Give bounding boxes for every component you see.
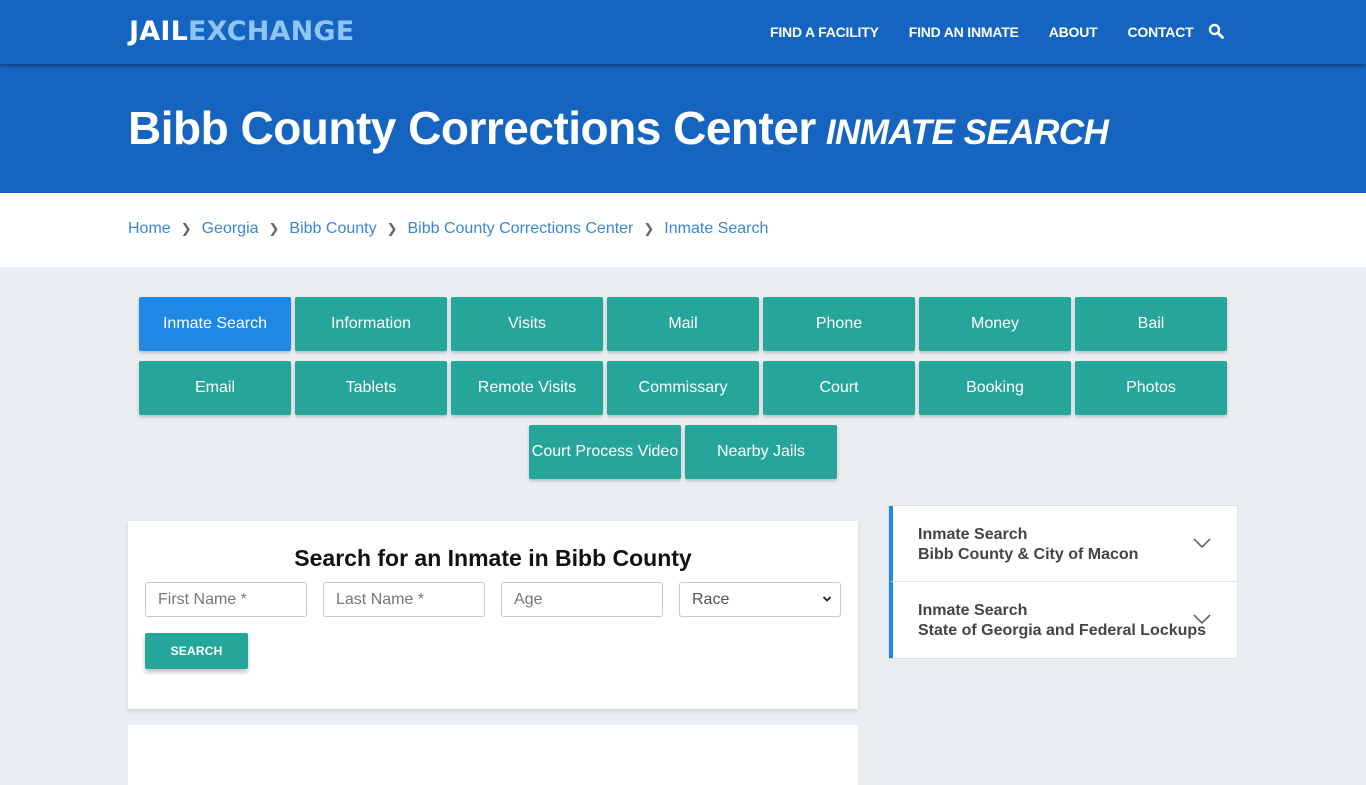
btn-court-process-video[interactable]: Court Process Video	[529, 425, 681, 479]
nav-about[interactable]: ABOUT	[1049, 24, 1098, 40]
btn-commissary[interactable]: Commissary	[607, 361, 759, 415]
accordion-subheading: State of Georgia and Federal Lockups	[918, 622, 1207, 639]
accordion-item-bibb-macon[interactable]: Inmate Search Bibb County & City of Maco…	[889, 506, 1237, 582]
button-row: Court Process Video Nearby Jails	[137, 425, 1229, 479]
age-input[interactable]	[501, 582, 663, 617]
accordion-item-georgia-federal[interactable]: Inmate Search State of Georgia and Feder…	[889, 582, 1237, 658]
btn-mail[interactable]: Mail	[607, 297, 759, 351]
race-select-value: Race	[692, 590, 730, 608]
btn-phone[interactable]: Phone	[763, 297, 915, 351]
accordion-subheading: Bibb County & City of Macon	[918, 546, 1139, 563]
accordion-heading: Inmate Search	[918, 526, 1028, 543]
facility-nav-buttons: Inmate Search Information Visits Mail Ph…	[137, 297, 1229, 489]
top-navbar: JAILEXCHANGE FIND A FACILITY FIND AN INM…	[0, 0, 1366, 64]
chevron-down-icon[interactable]	[1193, 613, 1211, 625]
search-submit-button[interactable]: SEARCH	[145, 633, 248, 669]
logo-jail: JAIL	[129, 16, 188, 47]
btn-visits[interactable]: Visits	[451, 297, 603, 351]
nav-contact[interactable]: CONTACT	[1127, 24, 1193, 40]
hero-banner: Bibb County Corrections Center INMATE SEA…	[0, 64, 1366, 193]
chevron-down-icon[interactable]	[1193, 537, 1211, 549]
content-card	[128, 725, 858, 785]
breadcrumb: Home ❯ Georgia ❯ Bibb County ❯ Bibb Coun…	[128, 220, 768, 238]
page-title: Bibb County Corrections Center INMATE SEA…	[128, 101, 1109, 155]
site-logo[interactable]: JAILEXCHANGE	[129, 15, 354, 49]
breadcrumb-bar: Home ❯ Georgia ❯ Bibb County ❯ Bibb Coun…	[0, 193, 1366, 267]
search-icon[interactable]	[1208, 23, 1224, 39]
chevron-right-icon: ❯	[643, 221, 655, 236]
chevron-down-icon	[822, 596, 832, 602]
btn-inmate-search[interactable]: Inmate Search	[139, 297, 291, 351]
btn-information[interactable]: Information	[295, 297, 447, 351]
chevron-right-icon: ❯	[268, 221, 280, 236]
breadcrumb-georgia[interactable]: Georgia	[202, 220, 259, 238]
chevron-right-icon: ❯	[386, 221, 398, 236]
facility-name: Bibb County Corrections Center	[128, 102, 816, 154]
last-name-input[interactable]	[323, 582, 485, 617]
breadcrumb-home[interactable]: Home	[128, 220, 171, 238]
first-name-input[interactable]	[145, 582, 307, 617]
nav-find-inmate[interactable]: FIND AN INMATE	[909, 24, 1019, 40]
btn-nearby-jails[interactable]: Nearby Jails	[685, 425, 837, 479]
search-card-title: Search for an Inmate in Bibb County	[294, 545, 692, 571]
accordion-label: Inmate Search State of Georgia and Feder…	[918, 601, 1206, 641]
btn-email[interactable]: Email	[139, 361, 291, 415]
inmate-search-card: Search for an Inmate in Bibb County Race…	[128, 521, 858, 709]
accordion-label: Inmate Search Bibb County & City of Maco…	[918, 525, 1138, 565]
logo-exchange: EXCHANGE	[188, 16, 355, 47]
btn-tablets[interactable]: Tablets	[295, 361, 447, 415]
btn-remote-visits[interactable]: Remote Visits	[451, 361, 603, 415]
btn-money[interactable]: Money	[919, 297, 1071, 351]
btn-bail[interactable]: Bail	[1075, 297, 1227, 351]
sidebar-accordion: Inmate Search Bibb County & City of Maco…	[888, 505, 1238, 659]
btn-court[interactable]: Court	[763, 361, 915, 415]
breadcrumb-facility[interactable]: Bibb County Corrections Center	[408, 220, 634, 238]
btn-booking[interactable]: Booking	[919, 361, 1071, 415]
breadcrumb-bibb-county[interactable]: Bibb County	[289, 220, 376, 238]
breadcrumb-inmate-search[interactable]: Inmate Search	[664, 220, 768, 238]
button-row: Email Tablets Remote Visits Commissary C…	[137, 361, 1229, 415]
page-subtitle: INMATE SEARCH	[825, 113, 1109, 152]
main-nav: FIND A FACILITY FIND AN INMATE ABOUT CON…	[770, 0, 1223, 64]
race-select[interactable]: Race	[679, 582, 841, 617]
chevron-right-icon: ❯	[180, 221, 192, 236]
button-row: Inmate Search Information Visits Mail Ph…	[137, 297, 1229, 351]
accordion-heading: Inmate Search	[918, 602, 1028, 619]
nav-find-facility[interactable]: FIND A FACILITY	[770, 24, 879, 40]
btn-photos[interactable]: Photos	[1075, 361, 1227, 415]
